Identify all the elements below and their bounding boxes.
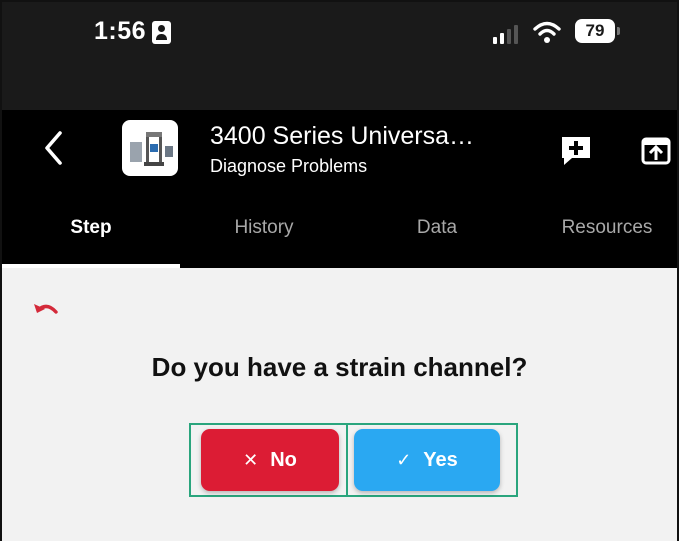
add-note-icon[interactable] [558,134,594,168]
cellular-signal-icon [493,24,519,44]
tab-data[interactable]: Data [347,192,527,268]
no-button-label: No [270,448,297,471]
app-bar-subtitle: Diagnose Problems [210,156,368,176]
status-time: 1:56 [94,17,147,45]
step-content: Do you have a strain channel? ✕ No ✓ Yes [2,268,677,541]
phone-screen: 1:56 79 3400 Series Universa… Diagnose P… [0,0,679,541]
step-question: Do you have a strain channel? [151,352,528,382]
wifi-icon [533,21,561,43]
yes-button[interactable]: ✓ Yes [354,429,500,491]
no-button[interactable]: ✕ No [201,429,339,491]
answer-buttons: ✕ No ✓ Yes [189,423,518,497]
app-bar: 3400 Series Universa… Diagnose Problems [2,110,677,192]
app-bar-title: 3400 Series Universa… [210,122,475,150]
contact-card-icon [152,21,171,44]
check-icon: ✓ [396,449,412,470]
yes-button-label: Yes [423,448,458,471]
tab-bar: Step History Data Resources [2,192,677,268]
test-machine-icon [130,132,173,166]
undo-icon[interactable] [32,298,62,320]
battery-nub [617,27,620,35]
battery-level: 79 [585,21,605,40]
share-icon[interactable] [639,134,675,168]
battery-icon: 79 [575,19,615,43]
equipment-thumbnail [122,120,178,176]
tab-resources[interactable]: Resources [517,192,677,268]
tab-history[interactable]: History [174,192,354,268]
back-arrow-icon[interactable] [42,130,64,166]
close-icon: ✕ [243,449,259,470]
status-bar: 1:56 79 [2,2,677,110]
tab-step[interactable]: Step [2,192,180,268]
